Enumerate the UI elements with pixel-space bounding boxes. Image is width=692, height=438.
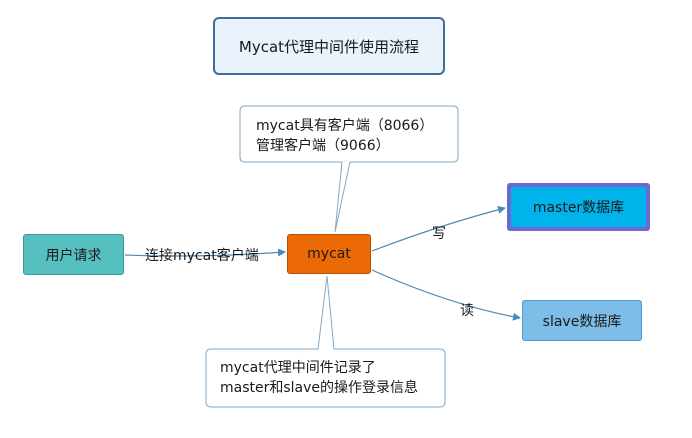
bottom-callout-line-2: master和slave的操作登录信息 — [220, 380, 419, 396]
edge-label-read: 读 — [460, 303, 474, 319]
top-callout: mycat具有客户端（8066） 管理客户端（9066） — [256, 116, 433, 156]
edge-mycat-to-slave — [371, 269, 521, 321]
bottom-callout-line-1: mycat代理中间件记录了 — [220, 360, 376, 376]
top-callout-line-1: mycat具有客户端（8066） — [256, 118, 434, 134]
node-mycat-label: mycat — [307, 246, 351, 262]
diagram-title-text: Mycat代理中间件使用流程 — [238, 37, 420, 56]
node-master-db-inner: master数据库 — [511, 187, 646, 227]
edge-label-write: 写 — [432, 226, 446, 242]
node-mycat: mycat — [287, 234, 371, 274]
node-slave-db-label: slave数据库 — [542, 313, 622, 330]
node-master-db: master数据库 — [507, 183, 650, 231]
bottom-callout: mycat代理中间件记录了 master和slave的操作登录信息 — [220, 358, 418, 398]
node-user-request: 用户请求 — [23, 234, 124, 275]
node-user-request-label: 用户请求 — [45, 247, 102, 264]
edge-label-connect-client: 连接mycat客户端 — [145, 248, 259, 264]
node-master-db-label: master数据库 — [532, 200, 625, 216]
node-slave-db: slave数据库 — [522, 300, 642, 341]
top-callout-line-2: 管理客户端（9066） — [256, 138, 390, 154]
diagram-title: Mycat代理中间件使用流程 — [213, 17, 445, 75]
